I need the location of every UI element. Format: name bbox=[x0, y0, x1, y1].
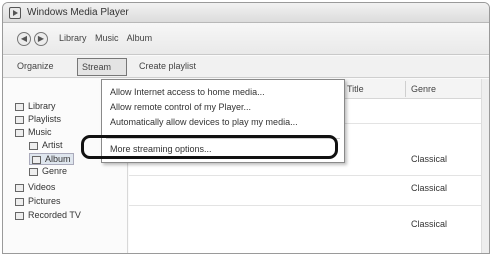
navigation-bar: ◀ ▶ Library Music Album bbox=[3, 23, 489, 55]
nav-item-label: Music bbox=[28, 127, 52, 137]
nav-item-music[interactable]: Music bbox=[15, 127, 52, 137]
menu-item-automatically-allow-devices[interactable]: Automatically allow devices to play my m… bbox=[110, 117, 298, 127]
create-playlist-button[interactable]: Create playlist bbox=[139, 61, 196, 71]
forward-button[interactable]: ▶ bbox=[34, 32, 48, 46]
media-player-icon bbox=[9, 7, 21, 19]
vertical-scrollbar[interactable] bbox=[481, 79, 489, 253]
nav-item-label: Artist bbox=[42, 140, 63, 150]
column-divider[interactable] bbox=[405, 81, 406, 97]
genre-icon bbox=[29, 167, 38, 176]
media-player-window: Windows Media Player ◀ ▶ Library Music A… bbox=[2, 2, 490, 254]
breadcrumb: Library Music Album bbox=[59, 33, 158, 43]
nav-item-videos[interactable]: Videos bbox=[15, 182, 55, 192]
nav-item-label: Recorded TV bbox=[28, 210, 81, 220]
nav-item-label: Pictures bbox=[28, 196, 61, 206]
nav-item-library[interactable]: Library bbox=[15, 101, 56, 111]
library-icon bbox=[15, 102, 24, 111]
album-icon bbox=[32, 155, 41, 164]
music-icon bbox=[15, 128, 24, 137]
organize-button[interactable]: Organize bbox=[17, 61, 54, 71]
breadcrumb-item-music[interactable]: Music bbox=[95, 33, 119, 43]
menu-item-allow-remote-control[interactable]: Allow remote control of my Player... bbox=[110, 102, 251, 112]
breadcrumb-item-album[interactable]: Album bbox=[127, 33, 153, 43]
toolbar: Organize Stream Create playlist bbox=[3, 56, 489, 78]
pictures-icon bbox=[15, 197, 24, 206]
callout-highlight-ring bbox=[81, 135, 338, 159]
table-cell-genre[interactable]: Classical bbox=[411, 183, 447, 193]
playlists-icon bbox=[15, 115, 24, 124]
nav-item-playlists[interactable]: Playlists bbox=[15, 114, 61, 124]
stream-button[interactable]: Stream bbox=[77, 58, 127, 76]
column-genre[interactable]: Genre bbox=[411, 84, 436, 94]
nav-item-album[interactable]: Album bbox=[29, 153, 74, 165]
nav-item-pictures[interactable]: Pictures bbox=[15, 196, 61, 206]
breadcrumb-item-library[interactable]: Library bbox=[59, 33, 87, 43]
videos-icon bbox=[15, 183, 24, 192]
back-button[interactable]: ◀ bbox=[17, 32, 31, 46]
nav-item-label: Album bbox=[45, 154, 71, 164]
nav-item-recorded-tv[interactable]: Recorded TV bbox=[15, 210, 81, 220]
table-cell-genre[interactable]: Classical bbox=[411, 154, 447, 164]
nav-item-label: Playlists bbox=[28, 114, 62, 124]
recorded-tv-icon bbox=[15, 211, 24, 220]
column-title[interactable]: Title bbox=[347, 84, 364, 94]
nav-item-artist[interactable]: Artist bbox=[29, 140, 63, 150]
window-title: Windows Media Player bbox=[27, 7, 129, 18]
row-divider bbox=[129, 175, 489, 176]
nav-item-genre[interactable]: Genre bbox=[29, 166, 67, 176]
row-divider bbox=[129, 205, 489, 206]
artist-icon bbox=[29, 141, 38, 150]
nav-item-label: Videos bbox=[28, 182, 56, 192]
nav-item-label: Library bbox=[28, 101, 56, 111]
menu-item-allow-internet-access[interactable]: Allow Internet access to home media... bbox=[110, 87, 265, 97]
nav-item-label: Genre bbox=[42, 166, 68, 176]
title-bar: Windows Media Player bbox=[3, 3, 489, 23]
table-cell-genre[interactable]: Classical bbox=[411, 219, 447, 229]
